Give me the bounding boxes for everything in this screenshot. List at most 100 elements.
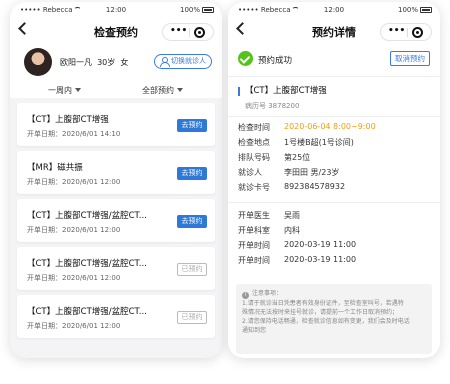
detail-row-location: 检查地点 1号楼B超(1号诊间) (238, 135, 430, 150)
switch-patient-button[interactable]: 切换就诊人 (154, 54, 212, 69)
close-mini-program-icon[interactable] (412, 27, 423, 38)
detail-label: 就诊卡号 (238, 183, 270, 192)
filter-bar: 一周内 全部预约 (10, 84, 222, 98)
caret-down-icon (75, 88, 81, 92)
detail-row-department: 开单科室 内科 (238, 223, 430, 238)
patient-name: 欧阳一凡 (60, 58, 92, 67)
detail-label: 检查时间 (238, 123, 270, 132)
divider (228, 116, 440, 117)
avatar (24, 48, 52, 76)
battery-icon (420, 7, 432, 13)
appointment-title: 【MR】磁共振 (27, 163, 83, 173)
status-bar: ••••• Rebecca 12:00 100% (228, 2, 440, 16)
caret-down-icon (177, 88, 183, 92)
notice-title-line: i 注意事项： (242, 289, 426, 299)
detail-row-patient: 就诊人 李田田 男/23岁 (238, 165, 430, 180)
status-filter[interactable]: 全部预约 (142, 85, 183, 96)
patient-info: 欧阳一凡 30岁 女 (60, 57, 128, 68)
appointment-date: 开单日期：2020/6/01 12:00 (27, 322, 121, 330)
divider (228, 76, 440, 77)
patient-age: 30岁 (97, 58, 116, 67)
patient-header: 欧阳一凡 30岁 女 切换就诊人 (10, 46, 222, 84)
appointment-list-screen: ••••• Rebecca 12:00 100% 检查预约 ••• 欧阳一凡 3… (10, 2, 222, 358)
book-button[interactable]: 去预约 (177, 167, 207, 180)
patient-gender: 女 (120, 58, 129, 67)
switch-patient-label: 切换就诊人 (171, 57, 206, 65)
detail-row-doctor: 开单医生 吴雨 (238, 208, 430, 223)
exam-title: 【CT】上腹部CT增强 (238, 87, 327, 96)
booked-badge: 已预约 (177, 311, 207, 324)
appointment-card[interactable]: 【MR】磁共振 开单日期：2020/6/01 12:00 去预约 (17, 151, 215, 194)
detail-label: 开单时间 (238, 241, 270, 250)
detail-value: 2020-03-19 11:00 (284, 240, 357, 249)
detail-row-order-time: 开单时间 2020-03-19 11:00 (238, 253, 430, 268)
status-bar: ••••• Rebecca 12:00 100% (10, 2, 222, 16)
detail-value: 吴雨 (284, 211, 300, 220)
appointment-title: 【CT】上腹部CT增强/盆腔CT... (27, 211, 147, 221)
detail-value: 2020-03-19 11:00 (284, 255, 357, 264)
time-range-filter[interactable]: 一周内 (48, 85, 81, 96)
detail-row-card-number: 就诊卡号 892384578932 (238, 180, 430, 195)
notice-line: 通知到您 (242, 327, 267, 334)
appointment-title: 【CT】上腹部CT增强 (27, 115, 109, 125)
appointment-card[interactable]: 【CT】上腹部CT增强/盆腔CT... 开单日期：2020/6/01 12:00… (17, 199, 215, 242)
close-mini-program-icon[interactable] (194, 27, 205, 38)
notice-line: 2.请您保持电话畅通，检查就诊信息如有变更，我们会及时电话 (242, 318, 410, 325)
record-number: 病历号 3878200 (245, 102, 300, 110)
detail-value: 2020-06-04 8:00~9:00 (284, 122, 376, 131)
schedule-details: 检查时间 2020-06-04 8:00~9:00 检查地点 1号楼B超(1号诊间)… (238, 120, 430, 195)
detail-value: 892384578932 (284, 182, 346, 191)
booking-status-bar: 预约成功 取消预约 (228, 46, 440, 72)
notice-box: i 注意事项： 1.请于就诊当日凭患者有效身份证件，至检查室叫号，若遇特 殊情况无… (236, 284, 432, 354)
book-button[interactable]: 去预约 (177, 215, 207, 228)
battery-level: 100% (179, 6, 200, 14)
capsule-divider (407, 28, 408, 37)
appointment-card[interactable]: 【CT】上腹部CT增强/盆腔CT... 开单日期：2020/6/01 12:00… (17, 247, 215, 290)
appointment-date: 开单日期：2020/6/01 12:00 (27, 274, 121, 282)
appointment-card[interactable]: 【CT】上腹部CT增强 开单日期：2020/6/01 14:10 去预约 (17, 103, 215, 146)
appointment-card[interactable]: 【CT】上腹部CT增强/盆腔CT... 开单日期：2020/6/01 12:00… (17, 295, 215, 338)
status-filter-label: 全部预约 (142, 86, 174, 95)
detail-value: 第25位 (284, 153, 311, 162)
user-switch-icon (160, 57, 170, 67)
detail-label: 开单医生 (238, 211, 270, 220)
detail-row-queue-number: 排队号码 第25位 (238, 150, 430, 165)
detail-row-exam-time: 检查时间 2020-06-04 8:00~9:00 (238, 120, 430, 135)
more-icon[interactable]: ••• (388, 27, 405, 36)
detail-label: 排队号码 (238, 153, 270, 162)
appointment-date: 开单日期：2020/6/01 14:10 (27, 130, 121, 138)
appointment-date: 开单日期：2020/6/01 12:00 (27, 178, 121, 186)
appointment-detail-screen: ••••• Rebecca 12:00 100% 预约详情 ••• 预约成功 取… (228, 2, 440, 358)
cancel-booking-button[interactable]: 取消预约 (390, 51, 430, 66)
notice-line: 殊情况无法按时来挂号就诊，请提前一个工作日取消预约； (242, 309, 399, 316)
time-range-filter-label: 一周内 (48, 86, 72, 95)
detail-label: 就诊人 (238, 168, 262, 177)
battery-icon (202, 7, 214, 13)
nav-bar: 检查预约 ••• (10, 16, 222, 46)
more-icon[interactable]: ••• (170, 27, 187, 36)
detail-row-order-time: 开单时间 2020-03-19 11:00 (238, 238, 430, 253)
appointment-date: 开单日期：2020/6/01 12:00 (27, 226, 121, 234)
order-details: 开单医生 吴雨 开单科室 内科 开单时间 2020-03-19 11:00 开单时间 2… (238, 208, 430, 268)
capsule-divider (189, 28, 190, 37)
divider (228, 202, 440, 203)
notice-title: 注意事项： (252, 290, 283, 297)
detail-value: 1号楼B超(1号诊间) (284, 138, 354, 147)
detail-label: 开单时间 (238, 256, 270, 265)
detail-label: 开单科室 (238, 226, 270, 235)
nav-bar: 预约详情 ••• (228, 16, 440, 46)
appointment-title: 【CT】上腹部CT增强/盆腔CT... (27, 307, 147, 317)
booking-success-text: 预约成功 (258, 56, 293, 66)
mini-program-capsule: ••• (380, 23, 432, 41)
detail-value: 李田田 男/23岁 (284, 168, 340, 177)
info-icon: i (242, 292, 249, 299)
notice-line: 1.请于就诊当日凭患者有效身份证件，至检查室叫号，若遇特 (242, 300, 404, 307)
booked-badge: 已预约 (177, 263, 207, 276)
book-button[interactable]: 去预约 (177, 119, 207, 132)
appointment-title: 【CT】上腹部CT增强/盆腔CT... (27, 259, 147, 269)
detail-value: 内科 (284, 226, 300, 235)
success-check-icon (238, 51, 253, 66)
mini-program-capsule: ••• (162, 23, 214, 41)
detail-label: 检查地点 (238, 138, 270, 147)
battery-level: 100% (397, 6, 418, 14)
